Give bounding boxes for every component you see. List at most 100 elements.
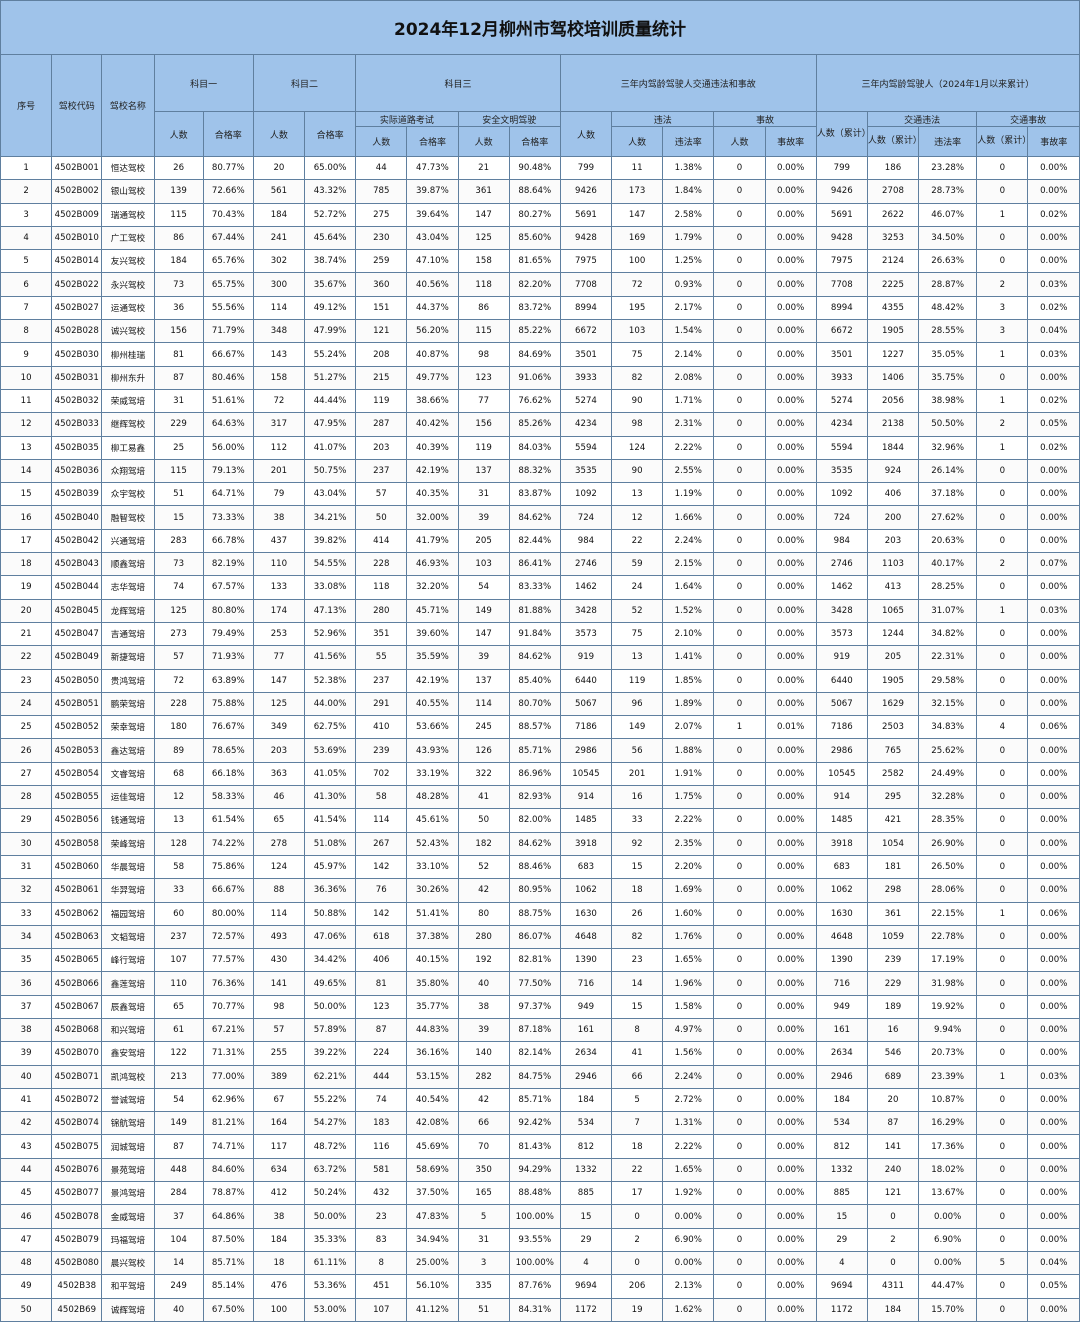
table-cell: 0: [713, 458, 766, 484]
table-cell: 20: [0, 598, 53, 623]
table-cell: 360: [355, 272, 408, 297]
table-cell: 22: [611, 528, 664, 554]
table-cell: 0.00%: [1027, 971, 1080, 996]
table-cell: 82.14%: [508, 1041, 561, 1066]
table-cell: 414: [355, 528, 408, 554]
table-cell: 64.63%: [202, 412, 254, 437]
table-cell: 702: [355, 761, 408, 787]
table-cell: 80.70%: [508, 691, 561, 717]
table-cell: 34.42%: [304, 948, 357, 973]
table-cell: 118: [355, 575, 408, 600]
table-cell: 27.62%: [918, 505, 978, 530]
table-cell: 8: [611, 1017, 664, 1043]
table-cell: 724: [815, 505, 868, 530]
table-cell: 195: [611, 295, 664, 321]
table-cell: 38.98%: [918, 388, 978, 414]
table-cell: 35: [0, 948, 53, 973]
table-cell: 40.35%: [406, 482, 459, 507]
table-cell: 147: [252, 668, 306, 693]
header-cum-violation-people: 人数（累计）: [866, 126, 920, 157]
table-cell: 156: [457, 412, 510, 437]
table-cell: 0: [976, 948, 1029, 973]
table-cell: 继辉驾校: [101, 412, 155, 437]
table-row: 17 4502B042 兴通驾培 283 66.78% 437 39.82% 414 41.79…: [0, 528, 1080, 554]
table-cell: 38: [0, 1017, 53, 1043]
header-cum-violation-rate: 违法率: [918, 126, 978, 157]
table-cell: 112: [252, 435, 306, 460]
table-cell: 302: [252, 249, 306, 274]
table-cell: 581: [355, 1157, 408, 1183]
table-cell: 1227: [866, 342, 920, 367]
table-cell: 3933: [559, 365, 613, 390]
table-cell: 81.88%: [508, 598, 561, 623]
table-cell: 2.20%: [662, 854, 715, 880]
table-cell: 锦航驾培: [101, 1111, 155, 1136]
table-cell: 50.00%: [304, 1204, 357, 1229]
table-cell: 683: [815, 854, 868, 880]
table-row: 43 4502B075 润城驾培 87 74.71% 117 48.72% 116 45.69%…: [0, 1134, 1080, 1159]
table-cell: 13: [611, 645, 664, 670]
table-cell: 82.20%: [508, 272, 561, 297]
table-cell: 208: [355, 342, 408, 367]
table-cell: 66.67%: [202, 878, 254, 903]
table-cell: 161: [559, 1017, 613, 1043]
table-cell: 0.00%: [764, 365, 817, 390]
header-cum-accident-people: 人数（累计）: [976, 126, 1029, 157]
table-cell: 0: [976, 691, 1029, 717]
table-cell: 430: [252, 948, 306, 973]
table-cell: 49: [0, 1274, 53, 1299]
table-cell: 259: [355, 249, 408, 274]
table-row: 15 4502B039 众宇驾校 51 64.71% 79 43.04% 57 40.35% 31…: [0, 482, 1080, 507]
table-cell: 96: [611, 691, 664, 717]
table-cell: 114: [355, 808, 408, 833]
table-cell: 27: [0, 761, 53, 787]
table-cell: 149: [611, 715, 664, 740]
table-cell: 26: [0, 738, 53, 763]
table-cell: 0.00%: [764, 691, 817, 717]
table-cell: 82: [611, 365, 664, 390]
table-cell: 2: [611, 1227, 664, 1252]
table-cell: 4502B050: [51, 668, 103, 693]
table-cell: 84.62%: [508, 645, 561, 670]
table-cell: 561: [252, 179, 306, 204]
table-row: 9 4502B030 柳州桂瑞 81 66.67% 143 55.24% 208 40.87% 9…: [0, 342, 1080, 367]
table-cell: 1.65%: [662, 948, 715, 973]
table-cell: 1092: [815, 482, 868, 507]
table-cell: 13: [0, 435, 53, 460]
table-cell: 87: [153, 365, 204, 390]
table-cell: 26.14%: [918, 458, 978, 484]
table-cell: 9.94%: [918, 1017, 978, 1043]
table-cell: 21: [0, 621, 53, 647]
table-cell: 92.42%: [508, 1111, 561, 1136]
table-cell: 41.54%: [304, 808, 357, 833]
table-cell: 13: [153, 808, 204, 833]
table-cell: 93.55%: [508, 1227, 561, 1252]
table-cell: 50.88%: [304, 901, 357, 926]
table-cell: 40.39%: [406, 435, 459, 460]
table-cell: 1054: [866, 831, 920, 856]
table-cell: 124: [611, 435, 664, 460]
table-cell: 44: [355, 155, 408, 181]
table-cell: 4.97%: [662, 1017, 715, 1043]
table-cell: 23: [355, 1204, 408, 1229]
table-cell: 0.00%: [764, 1087, 817, 1113]
table-cell: 110: [252, 552, 306, 577]
table-cell: 3535: [559, 458, 613, 484]
table-cell: 79: [252, 482, 306, 507]
table-cell: 363: [252, 761, 306, 787]
table-cell: 72: [153, 668, 204, 693]
table-cell: 14: [611, 971, 664, 996]
table-cell: 0.00%: [764, 482, 817, 507]
table-cell: 25.00%: [406, 1250, 459, 1276]
table-cell: 1103: [866, 552, 920, 577]
table-cell: 1332: [559, 1157, 613, 1183]
table-cell: 4502B067: [51, 994, 103, 1019]
table-cell: 182: [457, 831, 510, 856]
table-cell: 81: [153, 342, 204, 367]
table-cell: 0: [866, 1250, 920, 1276]
table-cell: 0.00%: [918, 1250, 978, 1276]
table-cell: 107: [153, 948, 204, 973]
table-cell: 8: [0, 319, 53, 344]
table-cell: 82.19%: [202, 552, 254, 577]
table-cell: 0: [713, 1274, 766, 1299]
